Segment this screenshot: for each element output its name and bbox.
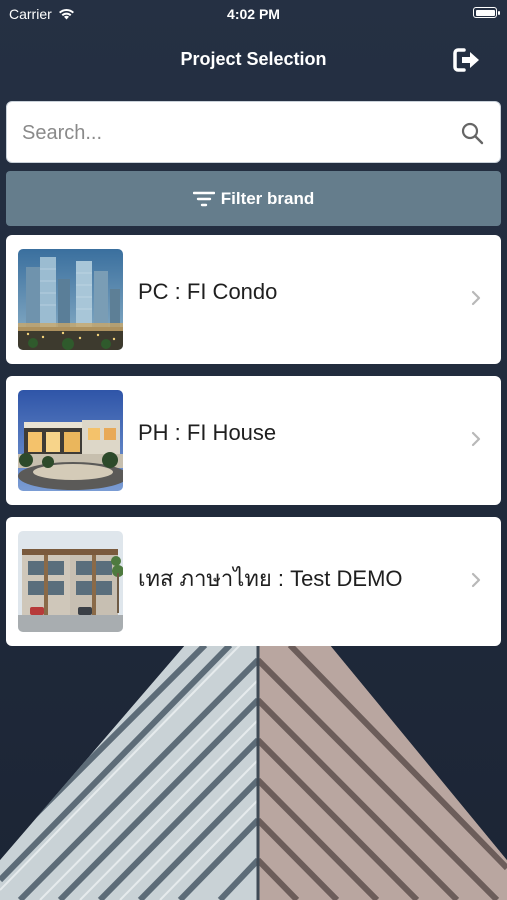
search-input[interactable] [20, 102, 454, 164]
battery-icon [473, 7, 500, 18]
search-bar [6, 101, 501, 164]
project-name: PC : FI Condo [138, 279, 278, 304]
status-bar: Carrier 4:02 PM [0, 0, 507, 28]
filter-brand-button[interactable]: Filter brand [6, 171, 501, 226]
project-card-fi-condo[interactable]: PC : FI Condo [6, 235, 501, 364]
filter-brand-label: Filter brand [220, 188, 315, 208]
project-card-fi-house[interactable]: PH : FI House [6, 376, 501, 505]
condo-towers-image [18, 249, 123, 350]
status-time: 4:02 PM [227, 6, 280, 22]
project-card-test-demo[interactable]: เทส ภาษาไทย : Test DEMO [6, 517, 501, 646]
logout-button[interactable] [453, 47, 481, 73]
townhouse-image [18, 531, 123, 632]
chevron-right-icon [471, 572, 481, 588]
filter-icon [192, 191, 215, 206]
page-title: Project Selection [180, 49, 327, 69]
chevron-right-icon [471, 290, 481, 306]
chevron-right-icon [471, 431, 481, 447]
search-icon[interactable] [460, 121, 484, 145]
house-dusk-image [18, 390, 123, 491]
nav-bar: Project Selection [0, 38, 507, 82]
logout-icon [453, 48, 479, 72]
project-name: เทส ภาษาไทย : Test DEMO [138, 566, 403, 591]
project-name: PH : FI House [138, 420, 277, 445]
